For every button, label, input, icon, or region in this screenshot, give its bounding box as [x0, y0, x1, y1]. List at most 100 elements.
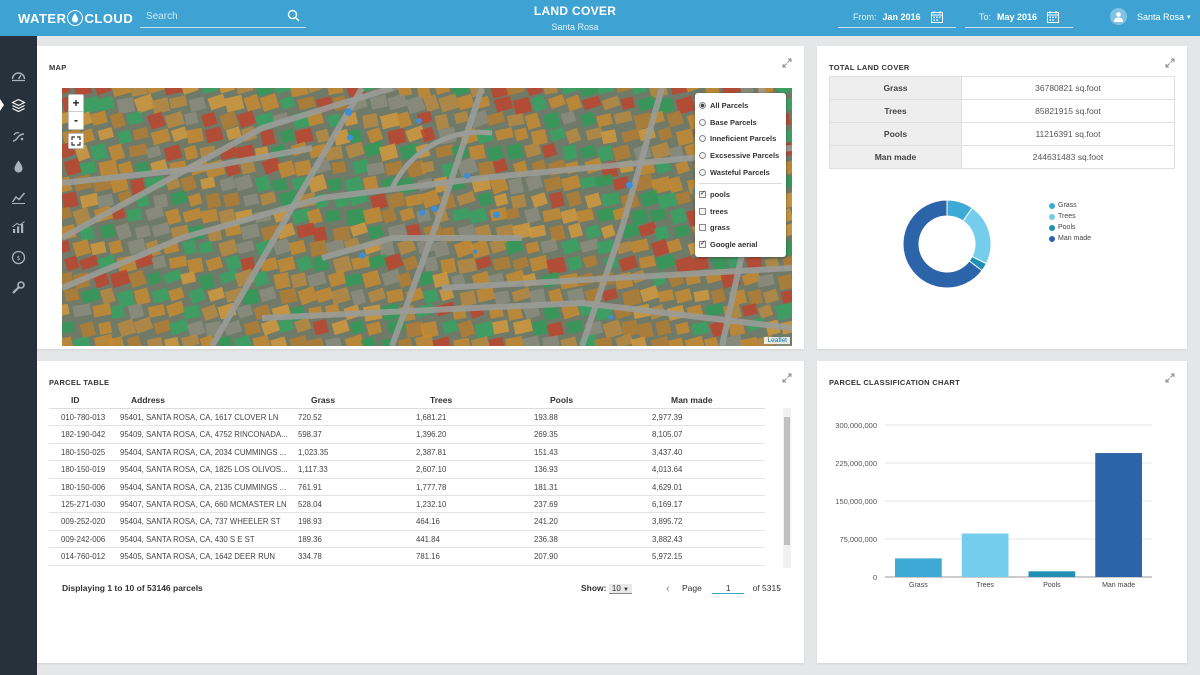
scrollbar-thumb[interactable]	[784, 417, 790, 545]
expand-icon[interactable]	[782, 373, 792, 383]
layer-control: All Parcels Base Parcels Inneficient Par…	[695, 93, 786, 257]
cell-pools: 151.43	[534, 447, 558, 457]
sidebar-item-analytics[interactable]	[0, 212, 37, 242]
panel-title: TOTAL LAND COVER	[829, 63, 910, 72]
overlay-option-grass[interactable]: grass	[699, 220, 782, 237]
from-date-picker[interactable]: From: Jan 2016	[838, 6, 956, 28]
layer-option-excessive-parcels[interactable]: Excsessive Parcels	[699, 147, 782, 164]
avatar	[1110, 8, 1127, 25]
cell-man-made: 6,169.17	[652, 499, 683, 509]
expand-icon[interactable]	[782, 58, 792, 68]
page-label: Page	[682, 583, 702, 593]
legend-label: Trees	[1058, 213, 1076, 220]
to-date-picker[interactable]: To: May 2016	[965, 6, 1073, 28]
user-menu[interactable]: Santa Rosa ▾	[1110, 8, 1191, 25]
layer-label: Wasteful Parcels	[710, 168, 770, 178]
zoom-control: + -	[68, 94, 84, 130]
sidebar-item-settings[interactable]	[0, 272, 37, 302]
radio-button[interactable]	[699, 135, 706, 143]
cell-address: 95405, SANTA ROSA, CA, 1642 DEER RUN	[120, 552, 275, 562]
table-row[interactable]: 009-252-020 95404, SANTA ROSA, CA, 737 WH…	[49, 513, 765, 531]
table-row[interactable]: 180-150-019 95404, SANTA ROSA, CA, 1825 L…	[49, 461, 765, 479]
prev-page-button[interactable]: ‹	[666, 583, 670, 595]
search-icon[interactable]	[287, 9, 300, 22]
search-input[interactable]	[140, 6, 280, 27]
sidebar-item-forecast[interactable]: $	[0, 242, 37, 272]
sidebar-item-dashboard[interactable]	[0, 60, 37, 90]
fullscreen-button[interactable]	[68, 133, 84, 149]
layer-label: pools	[710, 189, 730, 199]
checkbox[interactable]	[699, 189, 706, 198]
layer-option-inefficient-parcels[interactable]: Inneficient Parcels	[699, 131, 782, 148]
sidebar-item-irrigation[interactable]	[0, 121, 37, 151]
zoom-out-button[interactable]: -	[69, 112, 83, 129]
overlay-option-google-aerial[interactable]: Google aerial	[699, 236, 782, 253]
sidebar-item-water[interactable]	[0, 151, 37, 181]
table-row[interactable]: 009-242-006 95404, SANTA ROSA, CA, 430 S …	[49, 531, 765, 549]
cell-grass: 198.93	[298, 517, 322, 527]
radio-button[interactable]	[699, 101, 706, 109]
table-row[interactable]: 182-190-042 95409, SANTA ROSA, CA, 4752 R…	[49, 426, 765, 444]
legend-label: Man made	[1058, 235, 1092, 242]
legend-item-trees[interactable]: Trees	[1049, 211, 1091, 222]
bar-pools[interactable]	[1028, 571, 1076, 577]
cell-grass: 528.04	[298, 499, 322, 509]
layer-option-base-parcels[interactable]: Base Parcels	[699, 114, 782, 131]
map-attribution-link[interactable]: Leaflet	[764, 337, 790, 344]
cell-pools: 193.88	[534, 413, 558, 422]
bar-trees[interactable]	[961, 533, 1009, 577]
radio-button[interactable]	[699, 152, 706, 160]
layers-icon	[11, 98, 26, 112]
checkbox[interactable]	[699, 224, 706, 232]
legend-item-man-made[interactable]: Man made	[1049, 233, 1091, 244]
zoom-in-button[interactable]: +	[69, 95, 83, 112]
radio-button[interactable]	[699, 118, 706, 126]
parcel-map[interactable]: + - All Parcels Base Parcels Inneficient…	[62, 88, 792, 346]
panel-title: MAP	[49, 63, 67, 72]
to-date-value: May 2016	[997, 11, 1038, 22]
radio-button[interactable]	[699, 169, 706, 177]
y-tick-label: 0	[873, 573, 877, 582]
settings-wrench-icon	[12, 280, 25, 294]
sidebar-item-land-cover[interactable]	[0, 90, 37, 120]
layer-option-wasteful-parcels[interactable]: Wasteful Parcels	[699, 164, 782, 181]
bar-man-made[interactable]	[1095, 453, 1142, 577]
table-row[interactable]: 014-760-012 95405, SANTA ROSA, CA, 1642 D…	[49, 548, 765, 566]
expand-icon[interactable]	[1165, 373, 1175, 383]
column-header-grass[interactable]: Grass	[311, 395, 371, 405]
checkbox[interactable]	[699, 239, 706, 249]
legend-item-grass[interactable]: Grass	[1049, 200, 1091, 211]
y-tick-label: 300,000,000	[835, 421, 877, 430]
legend-label: Pools	[1058, 224, 1076, 231]
column-header-trees[interactable]: Trees	[430, 395, 490, 405]
table-row[interactable]: 180-150-006 95404, SANTA ROSA, CA, 2135 C…	[49, 479, 765, 496]
calendar-icon[interactable]	[1047, 10, 1060, 23]
sidebar-item-trends[interactable]	[0, 182, 37, 212]
app-logo[interactable]: WATER CLOUD	[18, 8, 133, 28]
page-title: LAND COVER	[533, 4, 617, 18]
legend-item-pools[interactable]: Pools	[1049, 222, 1091, 233]
layer-label: Base Parcels	[710, 117, 757, 127]
overlay-option-trees[interactable]: trees	[699, 203, 782, 220]
table-row[interactable]: 125-271-030 95407, SANTA ROSA, CA, 660 MC…	[49, 496, 765, 514]
bar-grass[interactable]	[895, 558, 942, 577]
checkbox[interactable]	[699, 207, 706, 215]
expand-icon[interactable]	[1165, 58, 1175, 68]
table-row[interactable]: 010-780-013 95401, SANTA ROSA, CA, 1617 C…	[49, 409, 765, 427]
table-row[interactable]: 180-150-025 95404, SANTA ROSA, CA, 2034 C…	[49, 444, 765, 462]
page-size-select[interactable]: 10 ▼	[608, 584, 632, 594]
column-header-address[interactable]: Address	[131, 395, 299, 405]
overlay-option-pools[interactable]: pools	[699, 186, 782, 203]
cell-trees: 2,607.10	[416, 465, 447, 475]
column-header-man-made[interactable]: Man made	[671, 395, 731, 405]
layer-option-all-parcels[interactable]: All Parcels	[699, 97, 782, 114]
cell-man-made: 4,013.64	[652, 465, 683, 475]
column-header-pools[interactable]: Pools	[550, 395, 610, 405]
calendar-icon[interactable]	[930, 10, 943, 23]
donut-slice-trees[interactable]	[962, 207, 992, 265]
column-header-id[interactable]: ID	[71, 395, 127, 405]
page-size-control: Show: 10 ▼	[581, 583, 632, 594]
layer-label: Excsessive Parcels	[710, 151, 780, 161]
next-page-button[interactable]: ›	[777, 583, 781, 595]
page-number-input[interactable]: 1	[712, 583, 745, 594]
